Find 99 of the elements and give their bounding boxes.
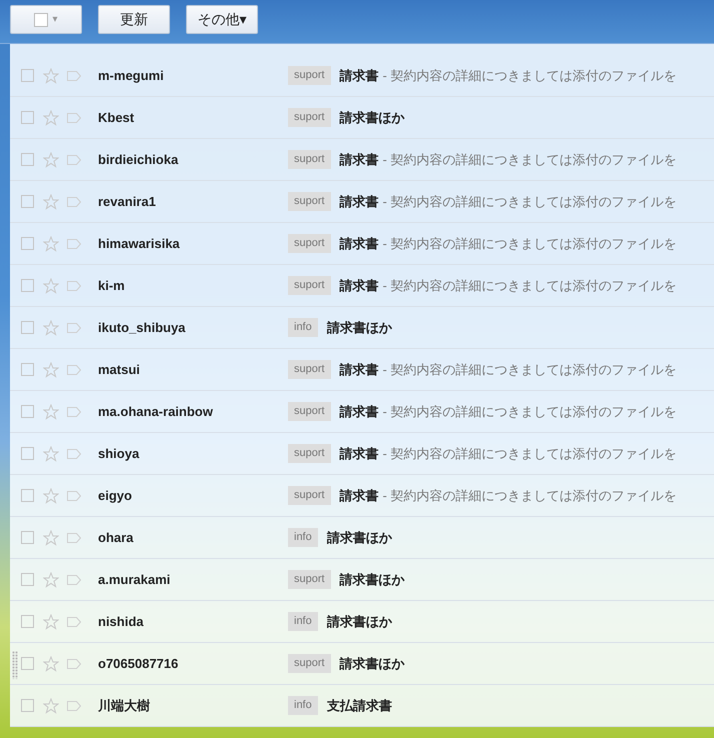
- label-tag-icon[interactable]: [67, 700, 81, 710]
- label-chip: suport: [288, 192, 331, 211]
- label-tag-icon[interactable]: [67, 238, 81, 248]
- label-tag-icon[interactable]: [67, 616, 81, 626]
- label-chip: suport: [288, 402, 331, 421]
- star-icon[interactable]: [43, 110, 59, 126]
- label-tag-icon[interactable]: [67, 154, 81, 164]
- label-chip: suport: [288, 444, 331, 463]
- sender-name: matsui: [98, 360, 141, 379]
- subject-text: 請求書ほか: [326, 528, 392, 547]
- star-icon[interactable]: [43, 656, 59, 672]
- subject-text: 請求書 - 契約内容の詳細につきましては添付のファイルを: [340, 360, 677, 379]
- subject-text: 請求書 - 契約内容の詳細につきましては添付のファイルを: [340, 150, 677, 169]
- row-checkbox[interactable]: [21, 279, 34, 292]
- label-tag-icon[interactable]: [67, 532, 81, 542]
- label-tag-icon[interactable]: [67, 658, 81, 668]
- subject-text: 請求書ほか: [326, 612, 392, 631]
- sender-name: o7065087716: [98, 654, 180, 673]
- subject-text: 請求書 - 契約内容の詳細につきましては添付のファイルを: [340, 444, 677, 463]
- label-chip: suport: [288, 108, 331, 127]
- label-chip: suport: [288, 654, 331, 673]
- sender-name: himawarisika: [98, 234, 181, 253]
- row-checkbox[interactable]: [21, 489, 34, 502]
- label-tag-icon[interactable]: [67, 196, 81, 206]
- star-icon[interactable]: [43, 404, 59, 420]
- label-chip: suport: [288, 150, 331, 169]
- subject-text: 請求書 - 契約内容の詳細につきましては添付のファイルを: [340, 402, 677, 421]
- label-chip: info: [288, 528, 318, 547]
- star-icon[interactable]: [43, 320, 59, 336]
- label-chip: info: [288, 612, 318, 631]
- label-chip: info: [288, 696, 318, 715]
- row-checkbox[interactable]: [21, 363, 34, 376]
- label-chip: suport: [288, 486, 331, 505]
- star-icon[interactable]: [43, 446, 59, 462]
- subject-text: 請求書 - 契約内容の詳細につきましては添付のファイルを: [340, 276, 677, 295]
- sender-name: 川端大樹: [98, 696, 151, 715]
- sender-name: ohara: [98, 528, 134, 547]
- sender-name: revanira1: [98, 192, 157, 211]
- subject-text: 請求書 - 契約内容の詳細につきましては添付のファイルを: [340, 234, 677, 253]
- label-tag-icon[interactable]: [67, 406, 81, 416]
- star-icon[interactable]: [43, 236, 59, 252]
- sender-name: ki-m: [98, 276, 126, 295]
- refresh-button[interactable]: 更新: [98, 5, 170, 34]
- label-chip: suport: [288, 234, 331, 253]
- row-checkbox[interactable]: [21, 69, 34, 82]
- label-tag-icon[interactable]: [67, 574, 81, 584]
- star-icon[interactable]: [43, 530, 59, 546]
- star-icon[interactable]: [43, 68, 59, 84]
- label-tag-icon[interactable]: [67, 448, 81, 458]
- subject-text: 請求書 - 契約内容の詳細につきましては添付のファイルを: [340, 66, 677, 85]
- star-icon[interactable]: [43, 152, 59, 168]
- label-tag-icon[interactable]: [67, 490, 81, 500]
- sender-name: eigyo: [98, 486, 133, 505]
- row-checkbox[interactable]: [21, 615, 34, 628]
- sender-name: m-megumi: [98, 66, 165, 85]
- label-chip: suport: [288, 570, 331, 589]
- sender-name: Kbest: [98, 108, 136, 127]
- row-checkbox[interactable]: [21, 153, 34, 166]
- sender-name: shioya: [98, 444, 140, 463]
- subject-text: 請求書ほか: [340, 570, 405, 589]
- label-chip: suport: [288, 66, 331, 85]
- star-icon[interactable]: [43, 488, 59, 504]
- subject-text: 請求書 - 契約内容の詳細につきましては添付のファイルを: [340, 486, 677, 505]
- more-button[interactable]: その他▾: [186, 5, 258, 34]
- label-tag-icon[interactable]: [67, 322, 81, 332]
- row-checkbox[interactable]: [21, 111, 34, 124]
- label-chip: info: [288, 318, 318, 337]
- label-tag-icon[interactable]: [67, 364, 81, 374]
- row-checkbox[interactable]: [21, 573, 34, 586]
- drag-handle-icon[interactable]: [12, 651, 18, 679]
- star-icon[interactable]: [43, 614, 59, 630]
- sender-name: ma.ohana-rainbow: [98, 402, 214, 421]
- label-tag-icon[interactable]: [67, 280, 81, 290]
- label-tag-icon[interactable]: [67, 112, 81, 122]
- subject-text: 支払請求書: [326, 696, 392, 715]
- row-checkbox[interactable]: [21, 447, 34, 460]
- row-checkbox[interactable]: [21, 237, 34, 250]
- sender-name: nishida: [98, 612, 145, 631]
- subject-text: 請求書ほか: [326, 318, 392, 337]
- row-checkbox[interactable]: [21, 195, 34, 208]
- star-icon[interactable]: [43, 194, 59, 210]
- row-checkbox[interactable]: [21, 531, 34, 544]
- subject-text: 請求書ほか: [340, 108, 405, 127]
- label-chip: suport: [288, 360, 331, 379]
- label-chip: suport: [288, 276, 331, 295]
- star-icon[interactable]: [43, 362, 59, 378]
- star-icon[interactable]: [43, 572, 59, 588]
- subject-text: 請求書ほか: [340, 654, 405, 673]
- sender-name: a.murakami: [98, 570, 172, 589]
- label-tag-icon[interactable]: [67, 70, 81, 80]
- sender-name: birdieichioka: [98, 150, 180, 169]
- row-checkbox[interactable]: [21, 321, 34, 334]
- subject-text: 請求書 - 契約内容の詳細につきましては添付のファイルを: [340, 192, 677, 211]
- star-icon[interactable]: [43, 278, 59, 294]
- sender-name: ikuto_shibuya: [98, 318, 186, 337]
- row-checkbox[interactable]: [21, 405, 34, 418]
- row-checkbox[interactable]: [21, 657, 34, 670]
- row-checkbox[interactable]: [21, 699, 34, 712]
- star-icon[interactable]: [43, 698, 59, 714]
